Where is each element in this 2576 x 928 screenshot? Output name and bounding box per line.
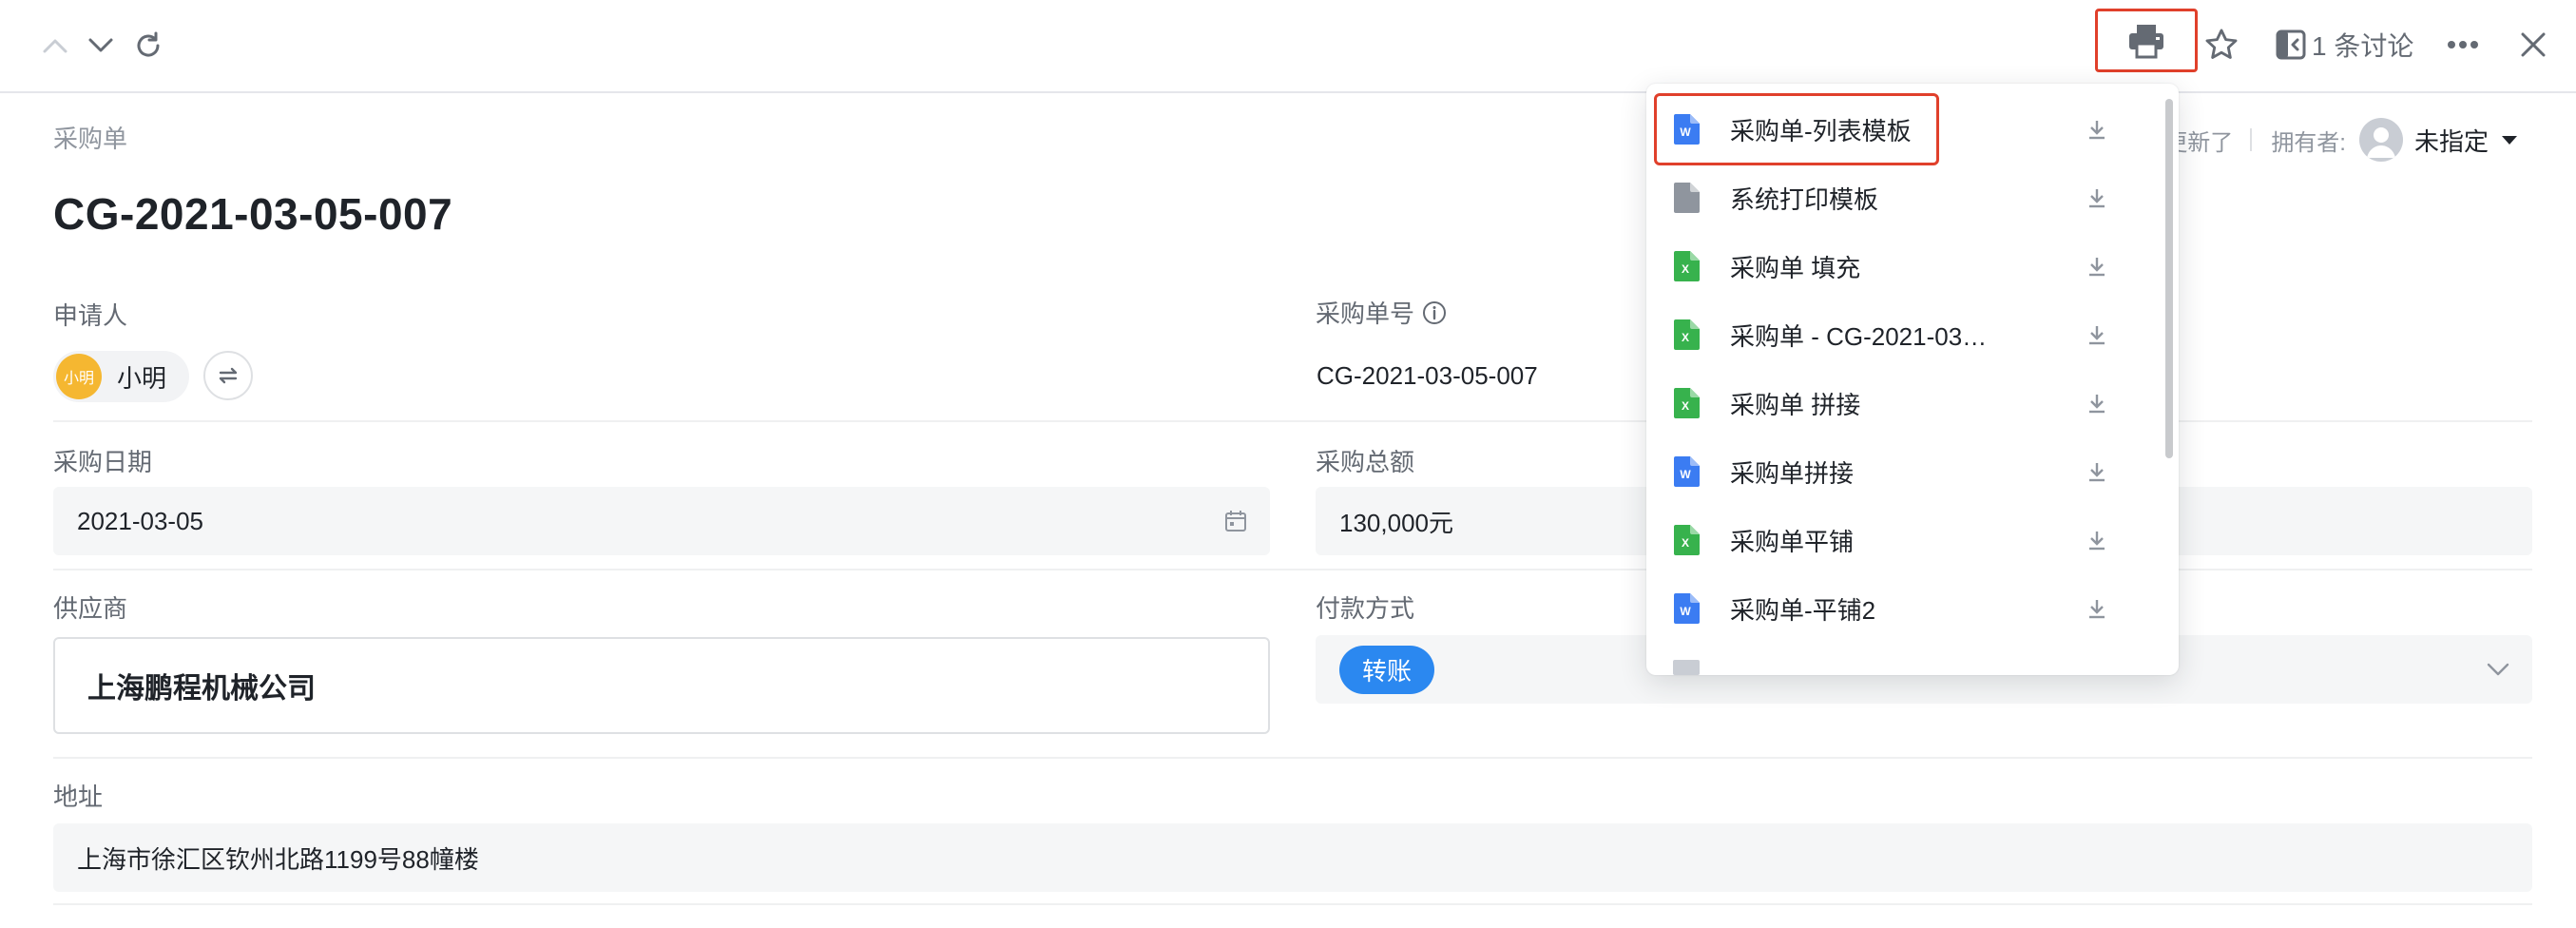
excel-file-icon: X xyxy=(1674,525,1700,555)
download-icon[interactable] xyxy=(2086,323,2108,346)
supplier-label: 供应商 xyxy=(53,594,128,623)
menu-item-label: 采购单平铺 xyxy=(1730,527,1855,556)
excel-file-icon: X xyxy=(1674,251,1700,281)
svg-text:W: W xyxy=(1680,468,1691,481)
discussion-button[interactable]: 1 条讨论 xyxy=(2276,21,2413,68)
download-icon[interactable] xyxy=(2086,186,2108,209)
download-icon[interactable] xyxy=(2086,597,2108,620)
info-icon[interactable] xyxy=(1422,300,1447,325)
menu-item[interactable]: W 采购单拼接 xyxy=(1646,437,2179,506)
word-file-icon: W xyxy=(1674,114,1700,145)
owner-value: 未指定 xyxy=(2413,126,2489,156)
payment-label: 付款方式 xyxy=(1316,594,1415,623)
address-label: 地址 xyxy=(53,783,104,811)
download-icon[interactable] xyxy=(2086,460,2108,483)
applicant-name: 小明 xyxy=(117,363,167,393)
sidebar-panel-icon xyxy=(2276,29,2306,60)
owner-selector[interactable]: 未指定 xyxy=(2358,118,2519,162)
download-icon[interactable] xyxy=(2086,529,2108,551)
menu-item[interactable]: X 采购单 拼接 xyxy=(1646,369,2179,437)
menu-item[interactable]: X 采购单平铺 xyxy=(1646,506,2179,574)
close-button[interactable] xyxy=(2519,21,2547,68)
svg-text:W: W xyxy=(1680,605,1691,618)
chevron-up-icon[interactable] xyxy=(34,25,76,67)
excel-file-icon: X xyxy=(1674,388,1700,418)
download-icon[interactable] xyxy=(2086,255,2108,278)
discussion-count: 1 条讨论 xyxy=(2312,31,2414,61)
page-title: CG-2021-03-05-007 xyxy=(53,189,453,239)
more-button[interactable] xyxy=(2447,21,2479,68)
supplier-field[interactable]: 上海鹏程机械公司 xyxy=(53,637,1270,734)
avatar: 小明 xyxy=(56,354,102,399)
owner-area: 更新了 拥有者: 未指定 xyxy=(2164,118,2519,162)
divider xyxy=(53,757,2532,759)
caret-down-icon xyxy=(2502,136,2517,145)
swap-user-button[interactable] xyxy=(203,351,253,400)
order-no-value: CG-2021-03-05-007 xyxy=(1317,361,1538,390)
word-file-icon: W xyxy=(1674,593,1700,624)
chevron-down-icon xyxy=(2487,663,2509,676)
date-field[interactable]: 2021-03-05 xyxy=(53,487,1270,555)
menu-item[interactable]: W 采购单-平铺2 xyxy=(1646,574,2179,643)
menu-item-label: 系统打印模板 xyxy=(1730,184,1879,214)
calendar-icon xyxy=(1225,511,1246,532)
menu-item[interactable]: W 采购单-列表模板 xyxy=(1646,95,2179,164)
swap-icon xyxy=(219,367,238,384)
order-no-label-text: 采购单号 xyxy=(1316,300,1415,328)
address-field[interactable]: 上海市徐汇区钦州北路1199号88幢楼 xyxy=(53,823,2532,892)
menu-item[interactable]: X 采购单 - CG-2021-03… xyxy=(1646,300,2179,369)
svg-text:W: W xyxy=(1680,126,1691,139)
order-no-label: 采购单号 xyxy=(1316,295,1447,330)
owner-label: 拥有者: xyxy=(2271,129,2346,156)
more-icon xyxy=(2448,41,2478,48)
date-value: 2021-03-05 xyxy=(77,506,203,535)
print-template-menu: W 采购单-列表模板 系统打印模板 X 采购单 填充 X 采购单 - CG-20… xyxy=(1646,84,2179,675)
applicant-chip[interactable]: 小明 小明 xyxy=(53,351,190,402)
menu-item-label: 采购单 填充 xyxy=(1730,253,1861,282)
svg-text:X: X xyxy=(1682,399,1689,413)
printer-icon xyxy=(2129,24,2163,58)
supplier-value: 上海鹏程机械公司 xyxy=(87,673,316,705)
svg-text:X: X xyxy=(1682,536,1689,550)
svg-text:X: X xyxy=(1682,262,1689,276)
menu-item-label: 采购单 拼接 xyxy=(1730,390,1861,419)
svg-text:X: X xyxy=(1682,331,1689,344)
menu-item-label: 采购单-平铺2 xyxy=(1730,595,1876,625)
menu-item-label: 采购单拼接 xyxy=(1730,458,1855,488)
user-avatar-icon xyxy=(2358,118,2403,162)
divider xyxy=(53,903,2532,905)
separator xyxy=(2250,128,2253,151)
menu-item-label: 采购单-列表模板 xyxy=(1730,116,1912,145)
breadcrumb[interactable]: 采购单 xyxy=(53,120,127,155)
menu-item[interactable]: 系统打印模板 xyxy=(1646,164,2179,232)
total-label: 采购总额 xyxy=(1316,448,1415,476)
word-file-icon: W xyxy=(1674,456,1700,487)
download-icon[interactable] xyxy=(2086,118,2108,141)
download-icon[interactable] xyxy=(2086,392,2108,415)
excel-file-icon: X xyxy=(1674,319,1700,350)
total-value: 130,000元 xyxy=(1339,508,1453,537)
menu-item-partial xyxy=(1673,660,1700,675)
top-toolbar: 1 条讨论 xyxy=(0,0,2576,93)
payment-tag: 转账 xyxy=(1339,645,1435,694)
date-label: 采购日期 xyxy=(53,448,153,476)
star-button[interactable] xyxy=(2203,21,2240,68)
menu-item-label: 采购单 - CG-2021-03… xyxy=(1730,321,1988,351)
chevron-down-icon[interactable] xyxy=(80,25,122,67)
applicant-label: 申请人 xyxy=(53,301,128,330)
close-icon xyxy=(2521,32,2546,57)
menu-item[interactable]: X 采购单 填充 xyxy=(1646,232,2179,300)
print-button[interactable] xyxy=(2095,9,2198,72)
refresh-icon[interactable] xyxy=(127,25,169,67)
star-icon xyxy=(2205,29,2238,59)
document-icon xyxy=(1674,183,1700,213)
address-value: 上海市徐汇区钦州北路1199号88幢楼 xyxy=(77,844,479,874)
